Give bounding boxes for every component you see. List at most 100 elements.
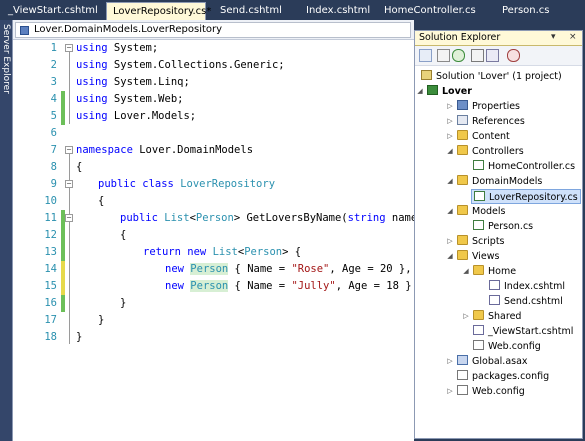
collapsed-arrow-icon[interactable]: ▷ xyxy=(462,309,470,324)
tree-item-viewstart[interactable]: _ViewStart.cshtml xyxy=(473,324,573,339)
tree-item-scripts[interactable]: ▷ Scripts xyxy=(447,234,505,249)
solution-explorer-titlebar: Solution Explorer ▾ × xyxy=(415,31,582,46)
collapsed-arrow-icon[interactable]: ▷ xyxy=(446,354,454,369)
tree-item-homecontroller[interactable]: HomeController.cs xyxy=(473,159,575,174)
line-number: 10 xyxy=(44,195,57,207)
solution-explorer-title: Solution Explorer xyxy=(419,32,501,43)
tab-loverrepository[interactable]: LoverRepository.cs* xyxy=(106,2,211,20)
collapse-icon[interactable]: − xyxy=(65,44,73,52)
tab-viewstart[interactable]: _ViewStart.cshtml xyxy=(2,2,100,20)
tab-person[interactable]: Person.cs xyxy=(496,2,558,20)
collapsed-arrow-icon[interactable]: ▷ xyxy=(446,99,454,114)
properties-icon[interactable] xyxy=(419,49,432,62)
tree-item-models[interactable]: ◢ Models xyxy=(447,204,505,219)
tree-item-views[interactable]: ◢ Views xyxy=(447,249,500,264)
cshtml-file-icon xyxy=(473,325,484,335)
expanded-arrow-icon[interactable]: ◢ xyxy=(446,174,454,189)
member-dropdown-label: Lover.DomainModels.LoverRepository xyxy=(34,24,223,35)
code-line: 5 using Lover.Models; xyxy=(13,108,414,125)
csharp-file-icon xyxy=(473,220,484,230)
project-icon xyxy=(427,85,438,95)
tree-item-solution[interactable]: Solution 'Lover' (1 project) xyxy=(421,69,562,84)
line-number: 6 xyxy=(50,127,57,139)
tree-item-references[interactable]: ▷ References xyxy=(447,114,525,129)
class-icon xyxy=(20,26,29,35)
config-file-icon xyxy=(457,370,468,380)
tree-item-views-webconfig[interactable]: Web.config xyxy=(473,339,541,354)
tab-homecontroller[interactable]: HomeController.cs xyxy=(378,2,482,20)
tree-item-person[interactable]: Person.cs xyxy=(473,219,533,234)
folder-icon xyxy=(457,130,468,140)
tree-item-domainmodels[interactable]: ◢ DomainModels xyxy=(447,174,542,189)
saved-change-marker xyxy=(61,227,65,244)
code-area[interactable]: 1 − using System; 2 using System.Collect… xyxy=(13,40,431,441)
line-number: 14 xyxy=(44,263,57,275)
view-designer-icon[interactable] xyxy=(486,49,499,62)
tab-send[interactable]: Send.cshtml xyxy=(214,2,294,20)
member-dropdown[interactable]: Lover.DomainModels.LoverRepository xyxy=(15,22,411,38)
collapsed-arrow-icon[interactable]: ▷ xyxy=(446,234,454,249)
show-all-files-icon[interactable] xyxy=(437,49,450,62)
cshtml-file-icon xyxy=(489,280,500,290)
code-line: 1 − using System; xyxy=(13,40,414,57)
collapse-icon[interactable]: − xyxy=(65,180,73,188)
line-number: 17 xyxy=(44,314,57,326)
folder-icon xyxy=(473,265,484,275)
collapse-icon[interactable]: − xyxy=(65,146,73,154)
config-file-icon xyxy=(457,385,468,395)
solution-icon xyxy=(421,70,432,80)
close-icon[interactable]: × xyxy=(569,32,577,42)
line-number: 3 xyxy=(50,76,57,88)
tree-item-packages-config[interactable]: packages.config xyxy=(457,369,549,384)
code-line: 18 } xyxy=(13,329,414,346)
tree-item-index[interactable]: Index.cshtml xyxy=(489,279,565,294)
tree-item-web-config[interactable]: ▷ Web.config xyxy=(447,384,525,399)
tree-item-loverrepository[interactable]: LoverRepository.cs xyxy=(471,189,581,204)
code-line: 14 new Person { Name = "Rose", Age = 20 … xyxy=(13,261,414,278)
tree-item-project[interactable]: ◢ Lover xyxy=(417,84,472,99)
tab-index[interactable]: Index.cshtml xyxy=(300,2,374,20)
dropdown-icon[interactable]: ▾ xyxy=(551,32,556,42)
expanded-arrow-icon[interactable]: ◢ xyxy=(446,249,454,264)
config-file-icon xyxy=(473,340,484,350)
tree-item-home[interactable]: ◢ Home xyxy=(463,264,516,279)
tree-item-global-asax[interactable]: ▷ Global.asax xyxy=(447,354,528,369)
tree-item-send[interactable]: Send.cshtml xyxy=(489,294,563,309)
global-asax-icon xyxy=(457,355,468,365)
collapsed-arrow-icon[interactable]: ▷ xyxy=(446,384,454,399)
code-line: 9 − public class LoverRepository xyxy=(13,176,414,193)
tree-item-content[interactable]: ▷ Content xyxy=(447,129,510,144)
code-line: 12 { xyxy=(13,227,414,244)
unsaved-change-marker xyxy=(61,278,65,295)
expanded-arrow-icon[interactable]: ◢ xyxy=(446,144,454,159)
expanded-arrow-icon[interactable]: ◢ xyxy=(462,264,470,279)
collapsed-arrow-icon[interactable]: ▷ xyxy=(446,114,454,129)
code-line: 13 return new List<Person> { xyxy=(13,244,414,261)
code-line: 7 − namespace Lover.DomainModels xyxy=(13,142,414,159)
code-line: 16 } xyxy=(13,295,414,312)
collapse-icon[interactable]: − xyxy=(65,214,73,222)
server-explorer-label[interactable]: Server Explorer xyxy=(1,24,11,104)
saved-change-marker xyxy=(61,295,65,312)
expanded-arrow-icon[interactable]: ◢ xyxy=(446,204,454,219)
collapsed-arrow-icon[interactable]: ▷ xyxy=(446,129,454,144)
line-number: 1 xyxy=(50,42,57,54)
tree-item-controllers[interactable]: ◢ Controllers xyxy=(447,144,524,159)
line-number: 16 xyxy=(44,297,57,309)
folder-icon xyxy=(457,145,468,155)
folder-icon xyxy=(457,205,468,215)
view-code-icon[interactable] xyxy=(471,49,484,62)
saved-change-marker xyxy=(61,91,65,108)
tree-item-shared[interactable]: ▷ Shared xyxy=(463,309,521,324)
code-editor[interactable]: Lover.DomainModels.LoverRepository 1 − u… xyxy=(12,20,431,441)
expanded-arrow-icon[interactable]: ◢ xyxy=(416,84,424,99)
tree-item-properties[interactable]: ▷ Properties xyxy=(447,99,520,114)
server-explorer-strip[interactable]: Server Explorer xyxy=(0,20,12,441)
unsaved-change-marker xyxy=(61,261,65,278)
refresh-icon[interactable] xyxy=(452,49,465,62)
code-line: 4 using System.Web; xyxy=(13,91,414,108)
saved-change-marker xyxy=(61,108,65,125)
code-line: 2 using System.Collections.Generic; xyxy=(13,57,414,74)
class-diagram-icon[interactable] xyxy=(507,49,520,62)
code-line: 15 new Person { Name = "Jully", Age = 18… xyxy=(13,278,431,295)
